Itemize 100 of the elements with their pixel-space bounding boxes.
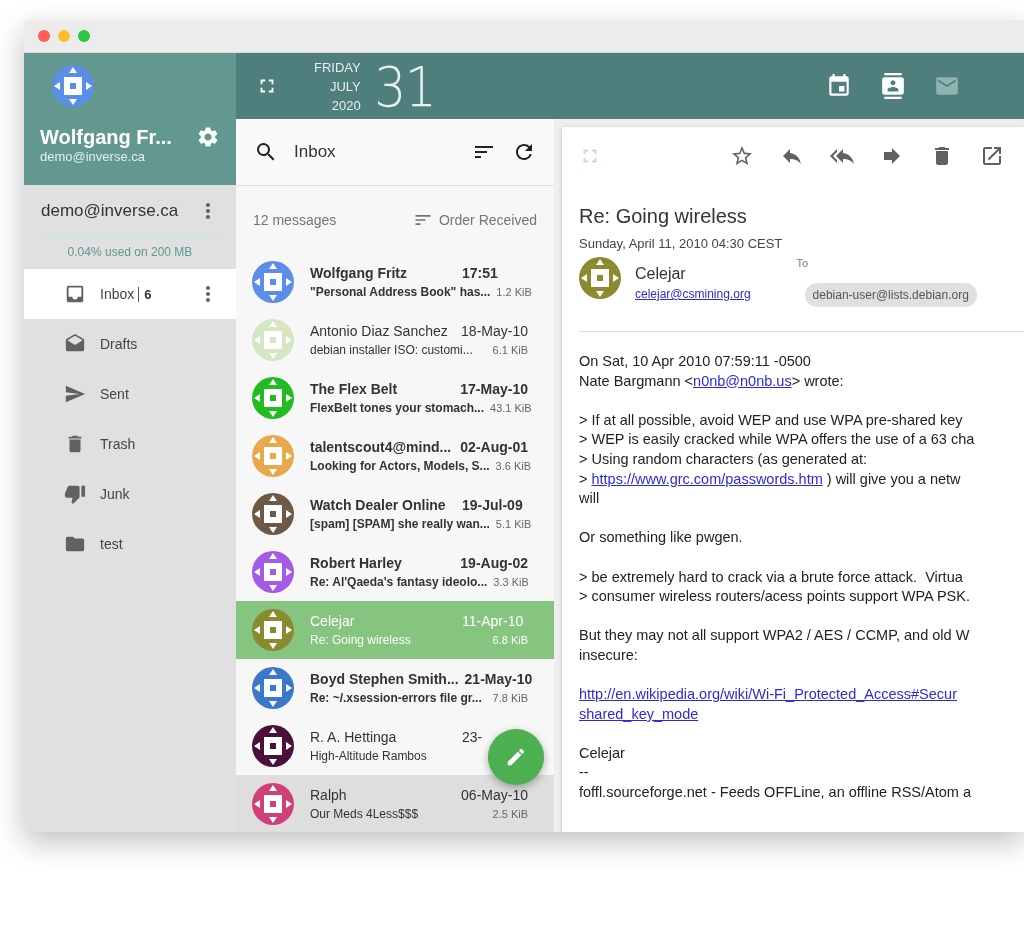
message-row[interactable]: talentscout4@mind... 02-Aug-01 Looking for Actors, Models, S... 3.6 KiB [236, 427, 554, 485]
message-subject: High-Altitude Rambos [310, 749, 427, 763]
day-number: 31 [374, 53, 435, 119]
compose-button[interactable] [488, 729, 544, 785]
body-line: will [579, 489, 601, 509]
message-size: 2.5 KiB [492, 808, 528, 820]
contacts-icon[interactable] [880, 73, 906, 99]
folder-title: Inbox [294, 142, 337, 162]
body-line: Or something like pwgen. [579, 528, 744, 548]
message-date: 11-Apr-10 [462, 613, 525, 629]
message-subject: Our Meds 4Less$$$ [310, 807, 419, 821]
settings-icon[interactable] [196, 125, 220, 149]
folder-label: Drafts [100, 336, 139, 352]
body-line: foffl.sourceforge.net - Feeds OFFLine, an offline RSS/Atom a [579, 783, 972, 803]
recipient-chip[interactable]: debian-user@lists.debian.org [804, 283, 977, 307]
body-line: Nate Bargmann <n0nb@n0nb.us> wrote: [579, 371, 845, 391]
star-icon[interactable] [730, 144, 754, 168]
message-size: 6.8 KiB [492, 634, 528, 646]
link[interactable]: https://www.grc.com/passwords.htm [591, 470, 823, 487]
message-subject: "Personal Address Book" has... [310, 285, 491, 299]
folder-item[interactable]: Inbox 6 [24, 269, 236, 319]
message-size: 1.2 KiB [496, 286, 532, 298]
message-subject: Re: ~/.xsession-errors file gr... [310, 691, 482, 705]
message-subject: [spam] [SPAM] she really wan... [310, 517, 490, 531]
message-size: 43.1 KiB [490, 402, 532, 414]
message-date: 21-May-10 [464, 671, 533, 687]
message-subject: FlexBelt tones your stomach... [310, 401, 485, 415]
link[interactable]: shared_key_mode [579, 705, 699, 722]
message-subject: Re: Al'Qaeda's fantasy ideolo... [310, 575, 488, 589]
folder-item[interactable]: Junk [24, 469, 236, 519]
sort-button[interactable]: Order Received [412, 209, 537, 230]
message-date: 17-May-10 [460, 381, 528, 397]
year: 2020 [331, 96, 361, 115]
body-line: > https://www.grc.com/passwords.htm ) will give you a netw [579, 469, 962, 489]
sender-name: Ralph [310, 787, 347, 803]
folder-label: Junk [100, 486, 131, 502]
folder-label: test [100, 536, 124, 552]
message-size: 5.1 KiB [495, 518, 532, 530]
folder-item[interactable]: test [24, 519, 236, 569]
calendar-icon[interactable] [826, 73, 852, 99]
body-line: -- [579, 763, 590, 783]
inbox-icon [64, 283, 86, 305]
folder-label: Trash [100, 436, 137, 452]
message-date: 06-May-10 [461, 787, 528, 803]
unread-count: 6 [138, 286, 182, 302]
sender-name: Wolfgang Fritz [310, 265, 407, 281]
message-date: 18-May-10 [461, 323, 528, 339]
folder-item[interactable]: Drafts [24, 319, 236, 369]
message-row[interactable]: Wolfgang Fritz 17:51 "Personal Address Book" has... 1.2 KiB [236, 253, 554, 311]
sender-name: Watch Dealer Online [310, 497, 446, 513]
pencil-icon [505, 746, 527, 768]
sender-name: The Flex Belt [310, 381, 398, 397]
body-line: insecure: [579, 645, 639, 665]
weekday: FRIDAY [314, 58, 361, 77]
user-name: Wolfgang Fr... [40, 125, 172, 149]
folder-label: Sent [100, 386, 130, 402]
sender-name: R. A. Hettinga [310, 729, 397, 745]
body-line: > Using random characters (as generated at: [579, 449, 869, 469]
body-line: > If at all possible, avoid WEP and use WPA pre-shared key [579, 410, 964, 430]
sender-name: Celejar [310, 613, 355, 629]
link[interactable]: n0nb@n0nb.us [693, 372, 792, 389]
account-name: demo@inverse.ca [41, 201, 179, 221]
message-date: 19-Aug-02 [460, 555, 528, 571]
close-button[interactable] [38, 30, 50, 42]
sender-email-link[interactable]: celejar@csmining.org [635, 287, 751, 301]
sender-name: Antonio Diaz Sanchez [310, 323, 448, 339]
message-date: 23- [462, 729, 484, 745]
avatar [52, 65, 94, 107]
message-date: 17:51 [462, 265, 499, 281]
folder-label: Inbox [100, 286, 135, 302]
message-row[interactable]: The Flex Belt 17-May-10 FlexBelt tones your stomach... 43.1 KiB [236, 369, 554, 427]
sender-name: Robert Harley [310, 555, 402, 571]
thumbs-down-icon [64, 483, 86, 505]
send-icon [64, 383, 86, 405]
message-date: 02-Aug-01 [460, 439, 528, 455]
message-row[interactable]: Ralph 06-May-10 Our Meds 4Less$$$ 2.5 KiB [236, 775, 554, 832]
message-row[interactable]: Boyd Stephen Smith... 21-May-10 Re: ~/.xsession-errors file gr... 7.8 KiB [236, 659, 554, 717]
folder-item[interactable]: Sent [24, 369, 236, 419]
message-subject: debian installer ISO: customi... [310, 343, 473, 357]
body-line: > consumer wireless routers/acess points support WPA PSK. [579, 587, 971, 607]
email-subject: Re: Going wireless [579, 205, 748, 228]
message-size: 6.1 KiB [492, 344, 528, 356]
body-line: On Sat, 10 Apr 2010 07:59:11 -0500 [579, 352, 812, 371]
message-size: 3.6 KiB [495, 460, 532, 472]
sender-name: Boyd Stephen Smith... [310, 671, 459, 687]
message-subject: Re: Going wireless [310, 633, 411, 647]
message-date: 19-Jul-09 [462, 497, 524, 513]
message-row[interactable]: Antonio Diaz Sanchez 18-May-10 debian installer ISO: customi... 6.1 KiB [236, 311, 554, 369]
folder-item[interactable]: Trash [24, 419, 236, 469]
message-row[interactable]: Watch Dealer Online 19-Jul-09 [spam] [SPAM] she really wan... 5.1 KiB [236, 485, 554, 543]
message-row[interactable]: R. A. Hettinga 23- High-Altitude Rambos [236, 717, 554, 775]
to-label: To [796, 257, 810, 269]
sender-name: talentscout4@mind... [310, 439, 452, 455]
body-line: > be extremely hard to crack via a brute force attack. Virtua [579, 567, 964, 587]
sender-name: Celejar [635, 265, 687, 283]
quota-label: 0.04% used on 200 MB [66, 245, 194, 259]
month: JULY [329, 77, 361, 96]
open-external-icon[interactable] [980, 144, 1004, 168]
link[interactable]: http://en.wikipedia.org/wiki/Wi-Fi_Protected_Access#Secur [579, 686, 957, 703]
message-row[interactable]: Robert Harley 19-Aug-02 Re: Al'Qaeda's fantasy ideolo... 3.3 KiB [236, 543, 554, 601]
